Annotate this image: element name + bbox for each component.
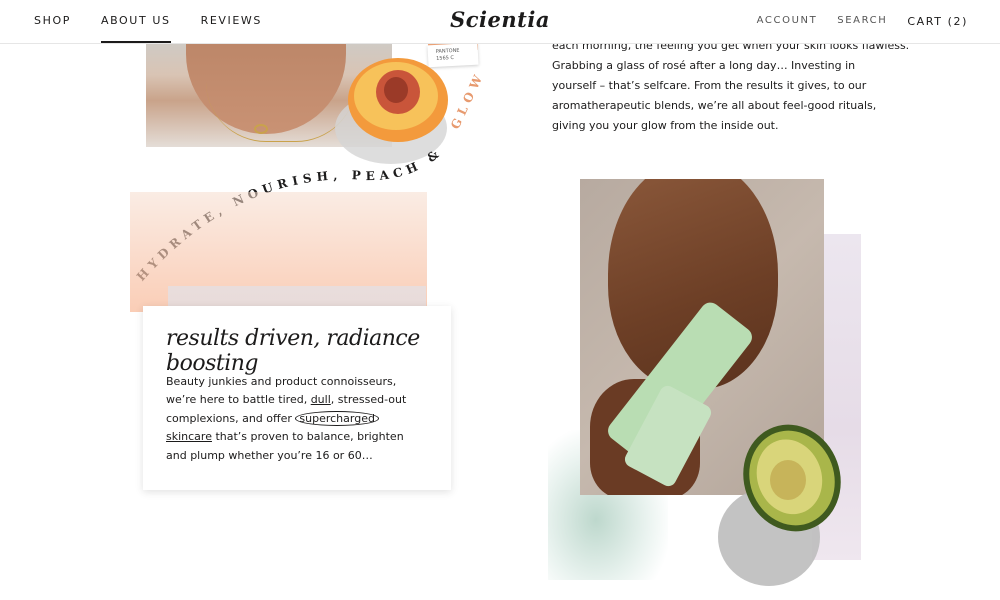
note-text: complexions, and offer [166,411,296,425]
note-circled-supercharged: supercharged [295,410,379,426]
note-underlined-skincare: skincare [166,430,212,444]
utility-nav: ACCOUNT SEARCH CART (2) [737,15,968,28]
note-line-1: Beauty junkies and product connoisseurs, [166,375,397,388]
intro-line-3: yourself – that’s selfcare. From the res… [552,79,867,92]
intro-text: each morning, the feeling you get when y… [552,36,909,136]
note-text: that’s proven to balance, brighten [211,430,404,444]
note-line-2: we’re here to battle tired, dull, stress… [166,391,436,409]
search-link[interactable]: SEARCH [837,15,887,28]
note-line-5: and plump whether you’re 16 or 60… [166,448,373,462]
intro-line-4: aromatherapeutic blends, we’re all about… [552,99,877,112]
note-line-4: skincare that’s proven to balance, brigh… [166,428,436,446]
note-body: Beauty junkies and product connoisseurs,… [166,373,436,465]
note-title: results driven, radiance boosting [166,326,420,376]
account-link[interactable]: ACCOUNT [757,15,818,28]
cart-link[interactable]: CART (2) [907,15,968,28]
note-line-3: complexions, and offer supercharged [166,410,436,428]
note-underlined-dull: dull [310,393,331,407]
intro-line-2: Grabbing a glass of rosé after a long da… [552,59,856,72]
note-text: , stressed-out [330,393,407,407]
site-header: SHOP ABOUT US REVIEWS Scientia ACCOUNT S… [0,0,1000,44]
slogan-glow: GLOW [448,69,487,132]
note-text: we’re here to battle tired, [166,393,311,407]
avocado-illustration [743,424,841,532]
intro-line-5: giving you your glow from the inside out… [552,119,779,132]
